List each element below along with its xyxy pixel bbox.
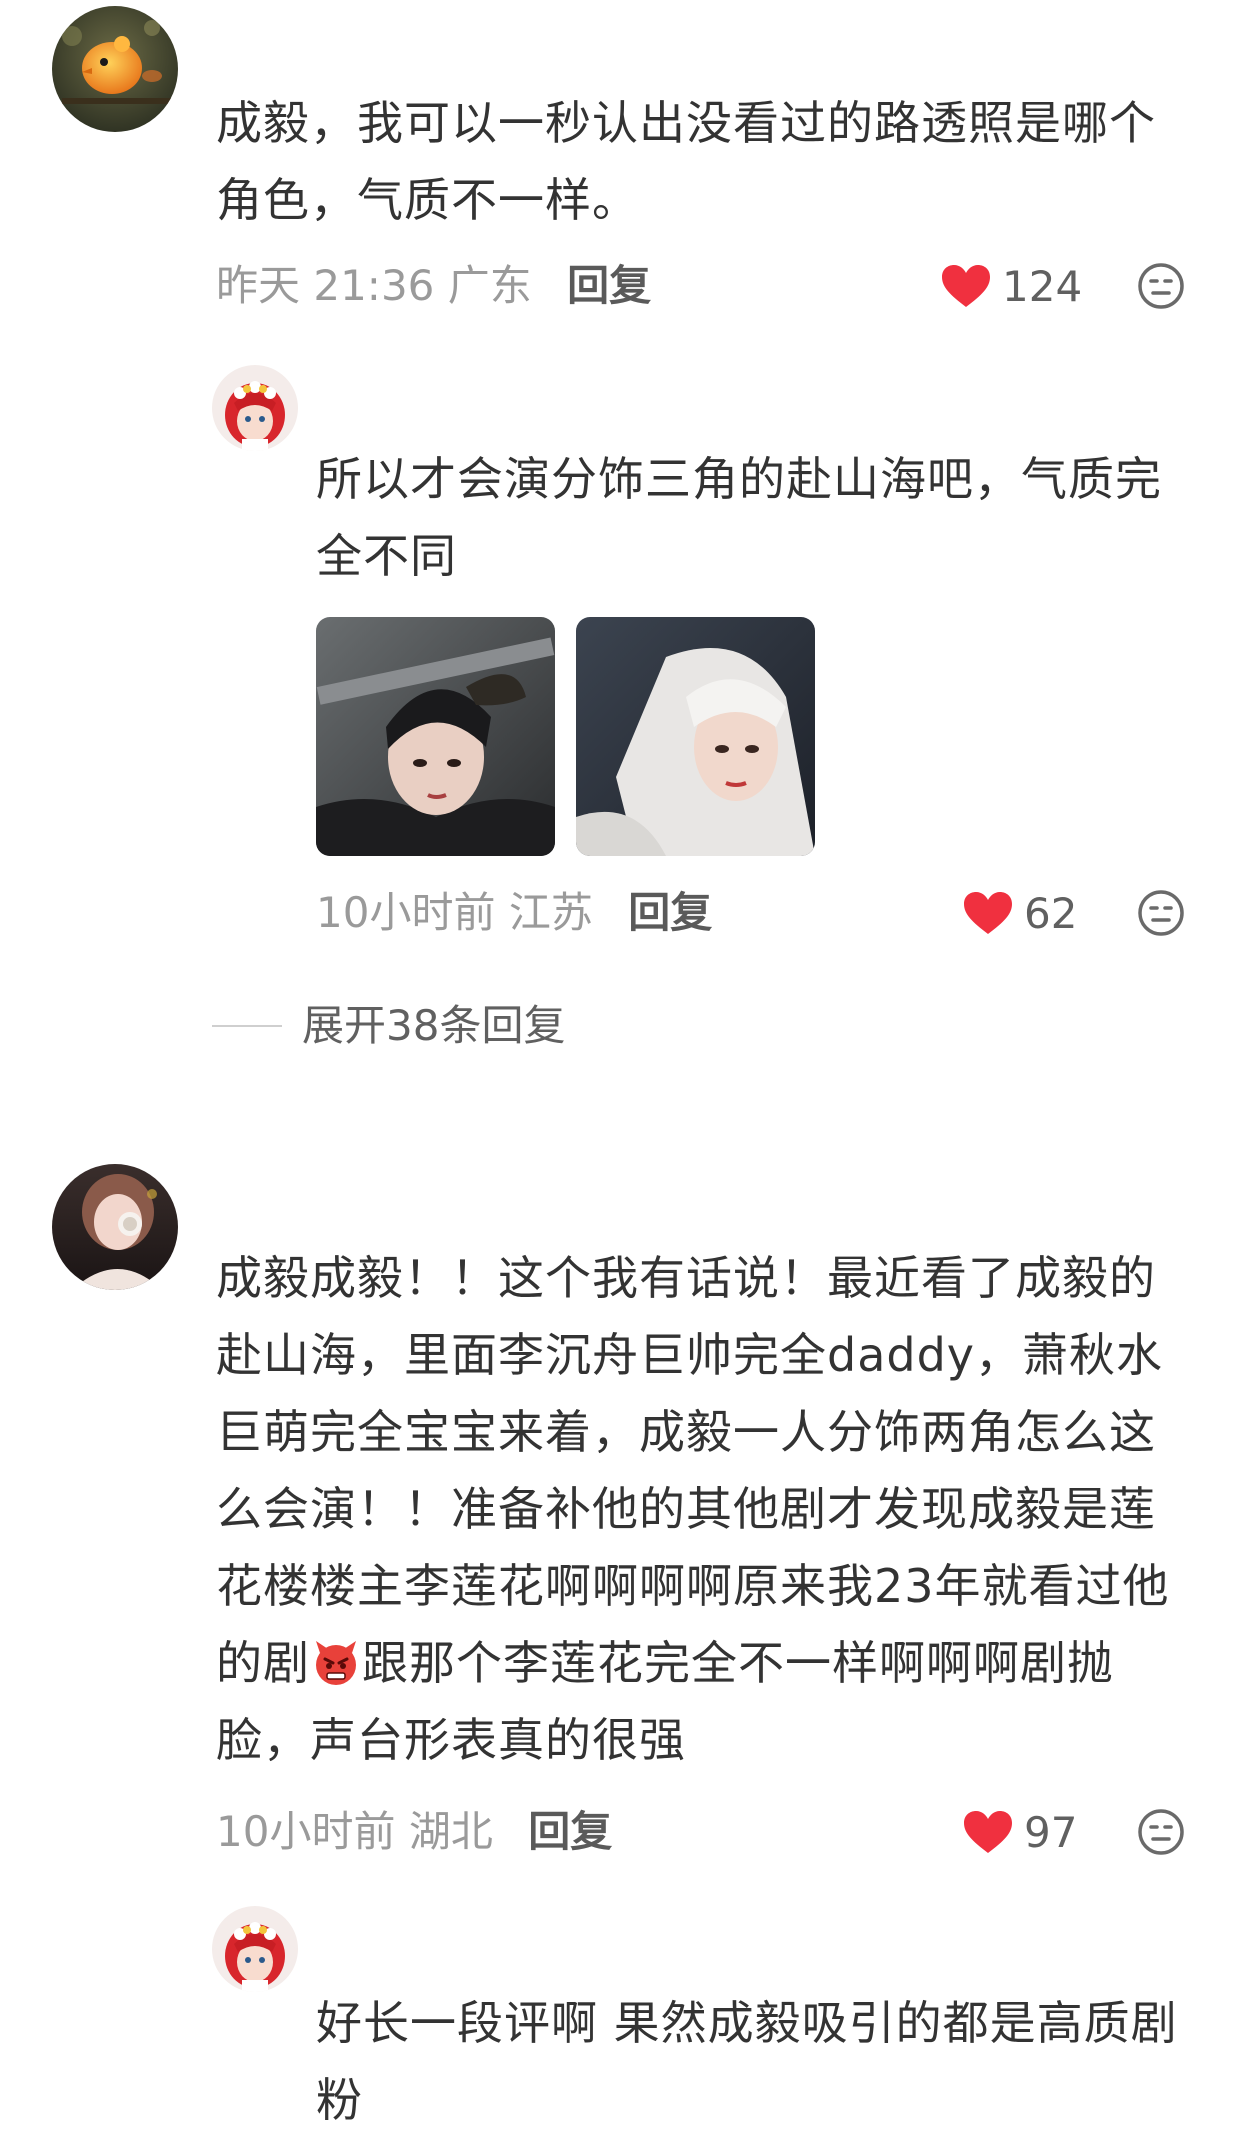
commenter-avatar[interactable] <box>52 6 178 132</box>
dislike-button[interactable] <box>1136 261 1186 311</box>
expand-divider <box>212 1025 282 1027</box>
anime-girl-avatar-icon <box>212 1906 298 1992</box>
comment-text: 成毅，我可以一秒认出没看过的路透照是哪个 角色，气质不一样。 <box>216 96 1156 227</box>
expand-replies-label: 展开38条回复 <box>302 1001 566 1050</box>
anime-girl-avatar-icon <box>212 365 298 451</box>
heart-icon <box>942 265 990 307</box>
comment-meta: 昨天 21:36 广东 回复 <box>216 256 651 316</box>
dislike-button[interactable] <box>1136 1807 1186 1857</box>
white-hair-actor-photo <box>576 617 815 856</box>
neutral-face-icon <box>1138 263 1184 309</box>
comment-region: 广东 <box>447 261 532 310</box>
comment-text: 成毅成毅！！这个我有话说！最近看了成毅的 赴山海，里面李沉舟巨帅完全daddy，… <box>216 1251 1170 1767</box>
neutral-face-icon <box>1138 890 1184 936</box>
reply-region: 江苏 <box>508 888 593 937</box>
like-button[interactable]: 97 <box>962 1802 1077 1862</box>
comment-time: 昨天 21:36 <box>216 261 435 310</box>
commenter-avatar[interactable] <box>52 1164 178 1290</box>
reply-button[interactable]: 回复 <box>528 1807 612 1856</box>
heart-icon <box>964 1811 1012 1853</box>
dark-hair-swordsman-photo <box>316 617 555 856</box>
like-count: 97 <box>1024 1807 1078 1857</box>
bird-avatar-icon <box>52 6 178 132</box>
heart-icon <box>964 892 1012 934</box>
comment-region: 湖北 <box>408 1807 493 1856</box>
like-button[interactable]: 62 <box>962 883 1077 943</box>
dislike-button[interactable] <box>1136 888 1186 938</box>
angry-face-emoji-icon <box>316 1641 356 1685</box>
reply-button[interactable]: 回复 <box>628 888 712 937</box>
reply-image[interactable] <box>576 617 815 856</box>
like-count: 62 <box>1024 888 1078 938</box>
expand-replies-button[interactable]: 展开38条回复 <box>212 996 565 1056</box>
reply-avatar[interactable] <box>212 365 298 451</box>
comment-line-with-emoji: 的剧 跟那个李莲花完全不一样啊啊啊剧抛 <box>216 1636 1114 1690</box>
comment-meta: 10小时前 湖北 回复 <box>216 1802 612 1862</box>
reply-text: 好长一段评啊 果然成毅吸引的都是高质剧 粉 <box>316 1996 1178 2127</box>
reply-avatar[interactable] <box>212 1906 298 1992</box>
comment-time: 10小时前 <box>216 1807 396 1856</box>
reply-text: 所以才会演分饰三角的赴山海吧，气质完 全不同 <box>316 452 1162 583</box>
reply-time: 10小时前 <box>316 888 496 937</box>
reply-button[interactable]: 回复 <box>567 261 651 310</box>
like-button[interactable]: 124 <box>940 256 1082 316</box>
reply-meta: 10小时前 江苏 回复 <box>316 883 712 943</box>
neutral-face-icon <box>1138 1809 1184 1855</box>
like-count: 124 <box>1002 261 1083 311</box>
reply-image[interactable] <box>316 617 555 856</box>
girl-photo-avatar-icon <box>52 1164 178 1290</box>
